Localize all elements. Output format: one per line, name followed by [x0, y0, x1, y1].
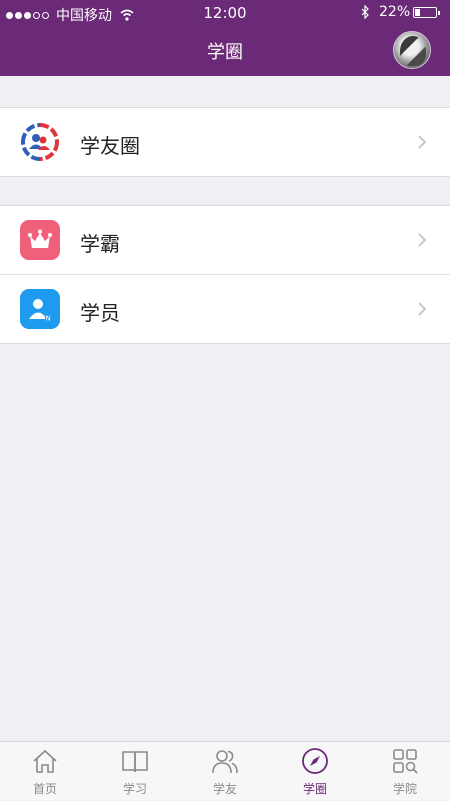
tab-circle[interactable]: 学圈 — [270, 742, 360, 801]
tab-home[interactable]: 首页 — [0, 742, 90, 801]
tab-classmates[interactable]: 学友 — [180, 742, 270, 801]
chevron-right-icon — [418, 233, 427, 247]
tab-label: 学院 — [392, 782, 417, 796]
tab-study[interactable]: 学习 — [90, 742, 180, 801]
svg-text:N: N — [46, 315, 51, 323]
battery-icon — [413, 7, 440, 18]
battery-fill — [415, 9, 420, 16]
battery-percentage: 22% — [379, 4, 411, 20]
student-icon: N — [20, 289, 60, 329]
compass-icon — [302, 748, 328, 774]
list-item-students[interactable]: N 学员 — [0, 274, 450, 343]
navigation-bar: 中国移动 12:00 22% 学圈 — [0, 0, 450, 76]
battery-tip — [438, 11, 440, 15]
tab-bar: 首页 学习 学友 学圈 学院 — [0, 741, 450, 800]
list-group-friends: 学友圈 — [0, 107, 450, 177]
grid-search-icon — [393, 749, 418, 774]
page-title: 学圈 — [207, 42, 243, 63]
list-group-members: 学霸 N 学员 — [0, 205, 450, 344]
bluetooth-icon — [361, 5, 369, 19]
tab-label: 学友 — [212, 782, 237, 796]
list-item-label: 学友圈 — [80, 134, 140, 158]
list-item-label: 学员 — [80, 301, 120, 325]
list-item-friends-circle[interactable]: 学友圈 — [0, 108, 450, 176]
list-item-top-students[interactable]: 学霸 — [0, 206, 450, 274]
tab-label: 学圈 — [302, 782, 327, 796]
crown-icon — [20, 220, 60, 260]
status-bar: 中国移动 12:00 22% — [0, 0, 450, 26]
avatar-image — [400, 36, 426, 66]
list-item-label: 学霸 — [80, 232, 120, 256]
friends-circle-icon — [21, 123, 59, 161]
people-icon — [212, 750, 238, 774]
home-icon — [33, 749, 57, 773]
chevron-right-icon — [418, 135, 427, 149]
tab-label: 首页 — [32, 782, 57, 796]
book-icon — [122, 751, 148, 773]
avatar[interactable] — [393, 31, 431, 69]
tab-college[interactable]: 学院 — [360, 742, 450, 801]
chevron-right-icon — [418, 302, 427, 316]
tab-label: 学习 — [122, 782, 147, 796]
